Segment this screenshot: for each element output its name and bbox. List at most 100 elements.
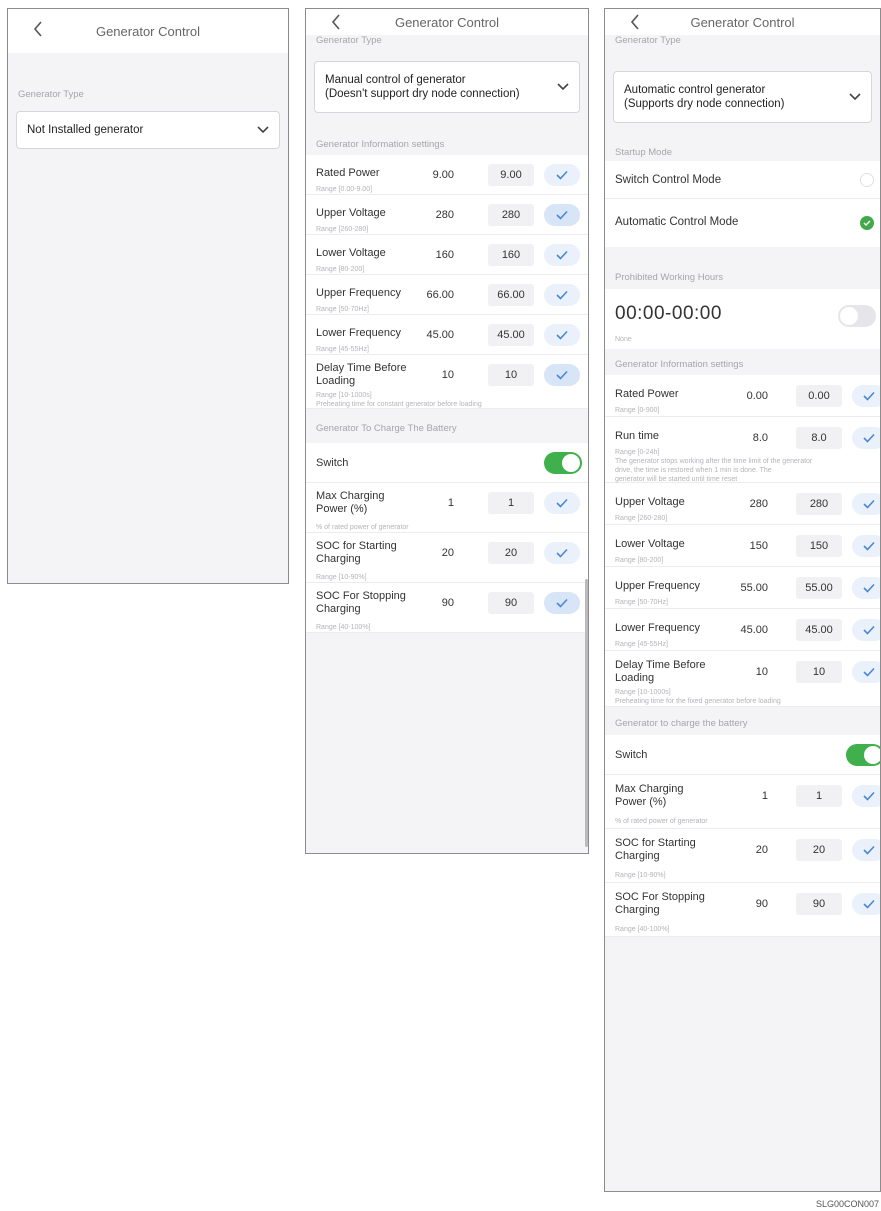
setting-row: Upper Voltage 280 280 Range [260-280] — [605, 483, 880, 525]
setting-label: Run time — [615, 430, 660, 442]
setting-row: Upper Voltage 280 280 Range [260-280] — [306, 195, 588, 235]
confirm-check-icon[interactable] — [852, 785, 880, 807]
confirm-check-icon[interactable] — [544, 284, 580, 306]
value-input[interactable]: 150 — [796, 535, 842, 557]
confirm-check-icon[interactable] — [852, 493, 880, 515]
charge-switch-toggle[interactable] — [544, 452, 582, 474]
value-input[interactable]: 45.00 — [488, 324, 534, 346]
value-input[interactable]: 8.0 — [796, 427, 842, 449]
setting-row: SOC For Stopping Charging 90 90 Range [40-1… — [605, 883, 880, 937]
mode-option-label: Switch Control Mode — [615, 174, 722, 186]
confirm-check-icon[interactable] — [544, 592, 580, 614]
app-header: Generator Control — [605, 9, 880, 35]
section-label-generator-info: Generator Information settings — [615, 359, 744, 370]
value-input[interactable]: 55.00 — [796, 577, 842, 599]
confirm-check-icon[interactable] — [544, 542, 580, 564]
setting-row: SOC for Starting Charging 20 20 Range [10-9… — [306, 533, 588, 583]
mode-option-automatic[interactable]: Automatic Control Mode — [605, 199, 880, 247]
setting-hint: Range [0.00-9.00] — [316, 186, 373, 193]
confirm-check-icon[interactable] — [852, 619, 880, 641]
setting-hint: Range [0-900] — [615, 407, 660, 414]
value-input[interactable]: 9.00 — [488, 164, 534, 186]
confirm-check-icon[interactable] — [852, 427, 880, 449]
setting-label: SOC For Stopping Charging — [316, 590, 406, 615]
radio-unselected-icon[interactable] — [860, 173, 874, 187]
confirm-check-icon[interactable] — [852, 839, 880, 861]
section-label-startup-mode: Startup Mode — [615, 147, 673, 158]
setting-label: Upper Frequency — [316, 287, 401, 299]
mode-option-label: Automatic Control Mode — [615, 216, 739, 228]
confirm-check-icon[interactable] — [544, 364, 580, 386]
value-input[interactable]: 90 — [488, 592, 534, 614]
setting-hint: Range [10-90%] — [615, 872, 666, 879]
current-value: 8.0 — [752, 432, 768, 444]
confirm-check-icon[interactable] — [544, 204, 580, 226]
setting-label: SOC for Starting Charging — [316, 540, 397, 565]
value-input[interactable]: 66.00 — [488, 284, 534, 306]
charge-switch-row: Switch — [306, 443, 588, 483]
mode-option-switch[interactable]: Switch Control Mode — [605, 161, 880, 199]
screen-automatic-control: Generator Control Generator Type Automat… — [604, 8, 881, 1192]
setting-row: Rated Power 9.00 9.00 Range [0.00-9.00] — [306, 155, 588, 195]
current-value: 9.00 — [432, 169, 454, 181]
prohibited-hours-row[interactable]: 00:00-00:00 None — [605, 289, 880, 349]
value-input[interactable]: 280 — [488, 204, 534, 226]
setting-row: Lower Voltage 160 160 Range [80-200] — [306, 235, 588, 275]
setting-label: Lower Frequency — [316, 327, 401, 339]
switch-label: Switch — [316, 457, 349, 469]
prohibited-hours-toggle[interactable] — [838, 305, 876, 327]
setting-hint: % of rated power of generator — [615, 818, 708, 825]
current-value: 0.00 — [746, 390, 768, 402]
back-icon[interactable] — [324, 10, 348, 34]
generator-type-select[interactable]: Automatic control generator (Supports dr… — [613, 71, 872, 123]
section-label-prohibited-hours: Prohibited Working Hours — [615, 272, 724, 283]
section-label-charge-battery: Generator to charge the battery — [615, 718, 748, 729]
figure-code: SLG00CON007 — [815, 1199, 879, 1209]
generator-type-select[interactable]: Manual control of generator (Doesn't sup… — [314, 61, 580, 113]
setting-label: Upper Voltage — [316, 207, 386, 219]
setting-label: Max Charging Power (%) — [615, 783, 684, 808]
confirm-check-icon[interactable] — [544, 164, 580, 186]
generator-type-select[interactable]: Not Installed generator — [16, 111, 280, 149]
setting-row: Lower Voltage 150 150 Range [80-200] — [605, 525, 880, 567]
confirm-check-icon[interactable] — [544, 324, 580, 346]
value-input[interactable]: 20 — [488, 542, 534, 564]
confirm-check-icon[interactable] — [544, 492, 580, 514]
value-input[interactable]: 20 — [796, 839, 842, 861]
value-input[interactable]: 280 — [796, 493, 842, 515]
current-value: 66.00 — [426, 289, 454, 301]
setting-row: Run time 8.0 8.0 Range [0-24h] The generato… — [605, 417, 880, 483]
setting-label: SOC For Stopping Charging — [615, 891, 705, 916]
back-icon[interactable] — [26, 17, 50, 41]
value-input[interactable]: 10 — [796, 661, 842, 683]
chevron-down-icon — [849, 93, 861, 101]
setting-label: Lower Voltage — [316, 247, 386, 259]
setting-hint: Range [45-55Hz] — [615, 641, 668, 648]
value-input[interactable]: 0.00 — [796, 385, 842, 407]
confirm-check-icon[interactable] — [852, 535, 880, 557]
value-input[interactable]: 1 — [796, 785, 842, 807]
setting-label: SOC for Starting Charging — [615, 837, 696, 862]
confirm-check-icon[interactable] — [852, 577, 880, 599]
section-label-generator-info: Generator Information settings — [316, 139, 445, 150]
chevron-down-icon — [257, 126, 269, 134]
charge-switch-toggle[interactable] — [846, 744, 880, 766]
confirm-check-icon[interactable] — [852, 385, 880, 407]
setting-label: Upper Frequency — [615, 580, 700, 592]
confirm-check-icon[interactable] — [544, 244, 580, 266]
app-header: Generator Control — [8, 9, 288, 53]
value-input[interactable]: 160 — [488, 244, 534, 266]
confirm-check-icon[interactable] — [852, 661, 880, 683]
setting-hint: Range [40-100%] — [615, 926, 670, 933]
chevron-down-icon — [557, 83, 569, 91]
value-input[interactable]: 45.00 — [796, 619, 842, 641]
back-icon[interactable] — [623, 10, 647, 34]
switch-label: Switch — [615, 749, 648, 761]
radio-selected-icon[interactable] — [860, 216, 874, 230]
value-input[interactable]: 10 — [488, 364, 534, 386]
value-input[interactable]: 90 — [796, 893, 842, 915]
value-input[interactable]: 1 — [488, 492, 534, 514]
current-value: 160 — [435, 249, 454, 261]
scrollbar[interactable] — [585, 579, 588, 847]
confirm-check-icon[interactable] — [852, 893, 880, 915]
